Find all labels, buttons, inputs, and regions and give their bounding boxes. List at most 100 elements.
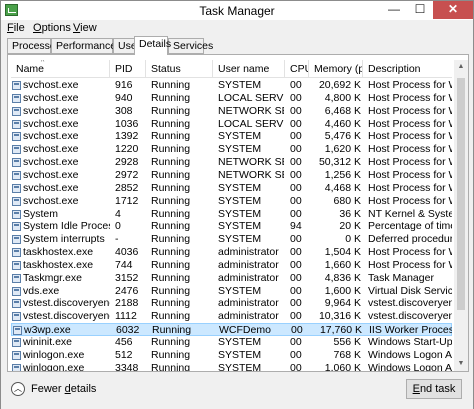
cell-cpu: 00 <box>290 143 302 156</box>
cell-memory: 1,060 K <box>324 361 361 371</box>
table-row[interactable]: Taskmgr.exe 3152 Running administrator 00 4,8… <box>11 272 452 285</box>
cell-status: Running <box>151 336 191 348</box>
table-row[interactable]: wininit.exe 456 Running SYSTEM 00 556 K Window… <box>11 336 452 349</box>
cell-memory: 4,460 K <box>324 117 361 130</box>
process-window-icon <box>12 93 21 103</box>
process-window-icon <box>12 196 21 206</box>
column-header-pid[interactable]: PID <box>110 60 146 78</box>
table-row[interactable]: w3wp.exe 6032 Running WCFDemo 00 17,760 K IIS … <box>11 323 452 337</box>
cell-pid: 744 <box>115 258 133 271</box>
cell-name: winlogon.exe <box>23 361 85 371</box>
table-row[interactable]: svchost.exe 940 Running LOCAL SERVICE 00 4,80… <box>11 92 452 105</box>
cell-description: vstest.discoveryengi... <box>368 310 452 323</box>
cell-user-name: SYSTEM <box>218 207 262 220</box>
cell-user-name: SYSTEM <box>218 284 262 297</box>
column-header-description[interactable]: Description <box>363 60 452 78</box>
cell-description: Host Process for Wi... <box>368 156 452 169</box>
table-row[interactable]: vstest.discoveryengi... 2188 Running admini… <box>11 297 452 310</box>
column-header-status[interactable]: Status <box>146 60 213 78</box>
cell-name: taskhostex.exe <box>23 246 94 259</box>
process-window-icon <box>12 235 21 245</box>
table-row[interactable]: svchost.exe 2972 Running NETWORK SE... 00 1,2… <box>11 169 452 182</box>
table-row[interactable]: taskhostex.exe 744 Running administrator 00 1… <box>11 259 452 272</box>
process-window-icon <box>12 119 21 129</box>
column-header-memory[interactable]: Memory (p... <box>309 60 363 78</box>
menu-bar: File Options View <box>1 20 473 37</box>
cell-status: Running <box>151 284 191 297</box>
cell-user-name: NETWORK SE... <box>218 168 284 181</box>
cell-cpu: 94 <box>290 220 302 233</box>
scroll-up-icon[interactable]: ▲ <box>454 60 468 74</box>
cell-memory: 4,468 K <box>324 181 361 194</box>
tab-processes[interactable]: Processes <box>7 38 61 54</box>
table-row[interactable]: svchost.exe 2928 Running NETWORK SE... 00 50,… <box>11 156 452 169</box>
cell-cpu: 00 <box>290 233 302 246</box>
cell-description: NT Kernel & System <box>368 207 452 220</box>
cell-status: Running <box>151 246 191 259</box>
process-window-icon <box>12 312 21 322</box>
cell-user-name: administrator <box>218 246 279 259</box>
title-bar[interactable]: Task Manager — ☐ ✕ <box>1 1 473 20</box>
cell-status: Running <box>151 117 191 130</box>
cell-cpu: 00 <box>290 130 302 143</box>
table-row[interactable]: svchost.exe 1220 Running SYSTEM 00 1,620 K Hos… <box>11 143 452 156</box>
cell-cpu: 00 <box>290 336 302 348</box>
table-row[interactable]: svchost.exe 1036 Running LOCAL SERVICE 00 4,4… <box>11 118 452 131</box>
scroll-thumb[interactable] <box>457 78 465 310</box>
column-header-name[interactable]: ^ Name <box>11 60 110 78</box>
table-row[interactable]: svchost.exe 1392 Running SYSTEM 00 5,476 K Hos… <box>11 130 452 143</box>
cell-status: Running <box>151 104 191 117</box>
menu-file[interactable]: File <box>7 22 25 34</box>
cell-description: Host Process for Wi... <box>368 117 452 130</box>
close-button[interactable]: ✕ <box>433 1 473 19</box>
menu-view[interactable]: View <box>73 22 97 34</box>
cell-memory: 768 K <box>333 348 361 361</box>
cell-pid: 1036 <box>115 117 139 130</box>
column-header-user-name[interactable]: User name <box>213 60 285 78</box>
table-row[interactable]: System interrupts - Running SYSTEM 00 0 K Defe… <box>11 233 452 246</box>
cell-user-name: administrator <box>218 258 279 271</box>
cell-cpu: 00 <box>290 194 302 207</box>
scroll-down-icon[interactable]: ▼ <box>454 357 468 371</box>
process-window-icon <box>12 222 21 232</box>
maximize-button[interactable]: ☐ <box>407 1 433 19</box>
cell-user-name: SYSTEM <box>218 194 262 207</box>
table-row[interactable]: taskhostex.exe 4036 Running administrator 00… <box>11 246 452 259</box>
table-row[interactable]: svchost.exe 2852 Running SYSTEM 00 4,468 K Hos… <box>11 182 452 195</box>
cell-cpu: 00 <box>290 284 302 297</box>
cell-status: Running <box>151 168 191 181</box>
tab-details[interactable]: Details <box>134 36 171 55</box>
end-task-button[interactable]: End task <box>406 379 462 399</box>
process-window-icon <box>12 145 21 155</box>
column-header-cpu[interactable]: CPU <box>285 60 309 78</box>
cell-cpu: 00 <box>290 181 302 194</box>
table-row[interactable]: System Idle Process 0 Running SYSTEM 94 20 K P… <box>11 220 452 233</box>
menu-options[interactable]: Options <box>33 22 71 34</box>
table-row[interactable]: winlogon.exe 512 Running SYSTEM 00 768 K Windo… <box>11 349 452 362</box>
cell-name: svchost.exe <box>23 104 79 117</box>
cell-pid: 1112 <box>115 310 137 323</box>
cell-description: Deferred procedure ... <box>368 233 452 246</box>
table-row[interactable]: vds.exe 2476 Running SYSTEM 00 1,600 K Virtual… <box>11 285 452 298</box>
table-row[interactable]: System 4 Running SYSTEM 00 36 K NT Kernel & Sy… <box>11 208 452 221</box>
cell-name: vstest.discoveryengi... <box>23 310 110 323</box>
minimize-button[interactable]: — <box>381 1 407 19</box>
details-panel: ^ Name PID Status User name CPU Memory (… <box>7 54 469 372</box>
cell-name: svchost.exe <box>23 168 79 181</box>
cell-name: svchost.exe <box>23 181 79 194</box>
cell-user-name: administrator <box>218 310 279 323</box>
table-row[interactable]: vstest.discoveryengi... 1112 Running admini… <box>11 310 452 323</box>
vertical-scrollbar[interactable]: ▲ ▼ <box>454 60 468 371</box>
chevron-up-icon: ︿ <box>11 382 25 396</box>
table-row[interactable]: svchost.exe 308 Running NETWORK SE... 00 6,46… <box>11 105 452 118</box>
cell-user-name: SYSTEM <box>218 233 262 246</box>
cell-memory: 9,964 K <box>324 297 361 310</box>
cell-cpu: 00 <box>290 79 302 91</box>
table-row[interactable]: svchost.exe 916 Running SYSTEM 00 20,692 K Hos… <box>11 79 452 92</box>
cell-pid: 2188 <box>115 297 139 310</box>
tab-services[interactable]: Services <box>168 38 213 54</box>
cell-memory: 1,620 K <box>324 143 361 156</box>
tab-performance[interactable]: Performance <box>51 38 116 54</box>
table-row[interactable]: svchost.exe 1712 Running SYSTEM 00 680 K Host … <box>11 195 452 208</box>
table-row[interactable]: winlogon.exe 3348 Running SYSTEM 00 1,060 K Wi… <box>11 362 452 371</box>
